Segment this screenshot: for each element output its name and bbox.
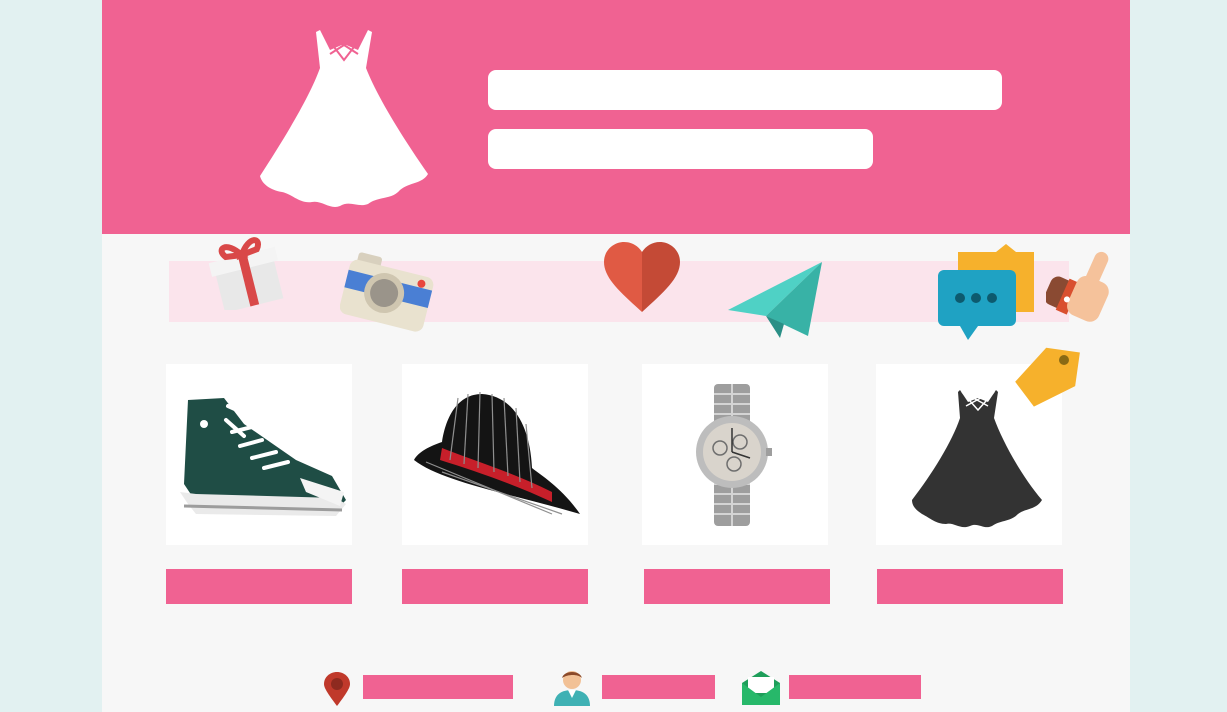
- footer-account-text: [602, 675, 715, 699]
- fedora-hat-icon: [414, 391, 580, 515]
- user-icon: [554, 671, 590, 706]
- envelope-icon: [742, 671, 780, 705]
- gift-icon: [208, 237, 284, 310]
- camera-icon: [340, 252, 434, 332]
- sneaker-card-button[interactable]: [166, 569, 352, 604]
- heart-icon: [604, 242, 680, 312]
- hero-headline-bar: [488, 70, 1002, 110]
- watch-card-button[interactable]: [644, 569, 830, 604]
- footer-contact-text: [789, 675, 921, 699]
- map-pin-icon: [324, 672, 350, 706]
- product-card-watch[interactable]: [642, 364, 828, 545]
- dress-card-button[interactable]: [877, 569, 1063, 604]
- hero-subheadline-bar: [488, 129, 873, 169]
- landing-page: [102, 0, 1130, 712]
- wristwatch-icon: [696, 384, 772, 526]
- product-card-hat[interactable]: [402, 364, 588, 545]
- price-tag-icon: [1015, 347, 1080, 407]
- dress-icon: [260, 30, 428, 207]
- paper-plane-icon: [728, 262, 822, 338]
- sneaker-icon: [180, 398, 346, 516]
- hero-banner: [102, 0, 1130, 234]
- chat-bubbles-icon: [938, 244, 1034, 340]
- footer-location-text: [363, 675, 513, 699]
- hat-card-button[interactable]: [402, 569, 588, 604]
- thumbs-up-icon: [1046, 251, 1109, 322]
- product-card-sneaker[interactable]: [166, 364, 352, 545]
